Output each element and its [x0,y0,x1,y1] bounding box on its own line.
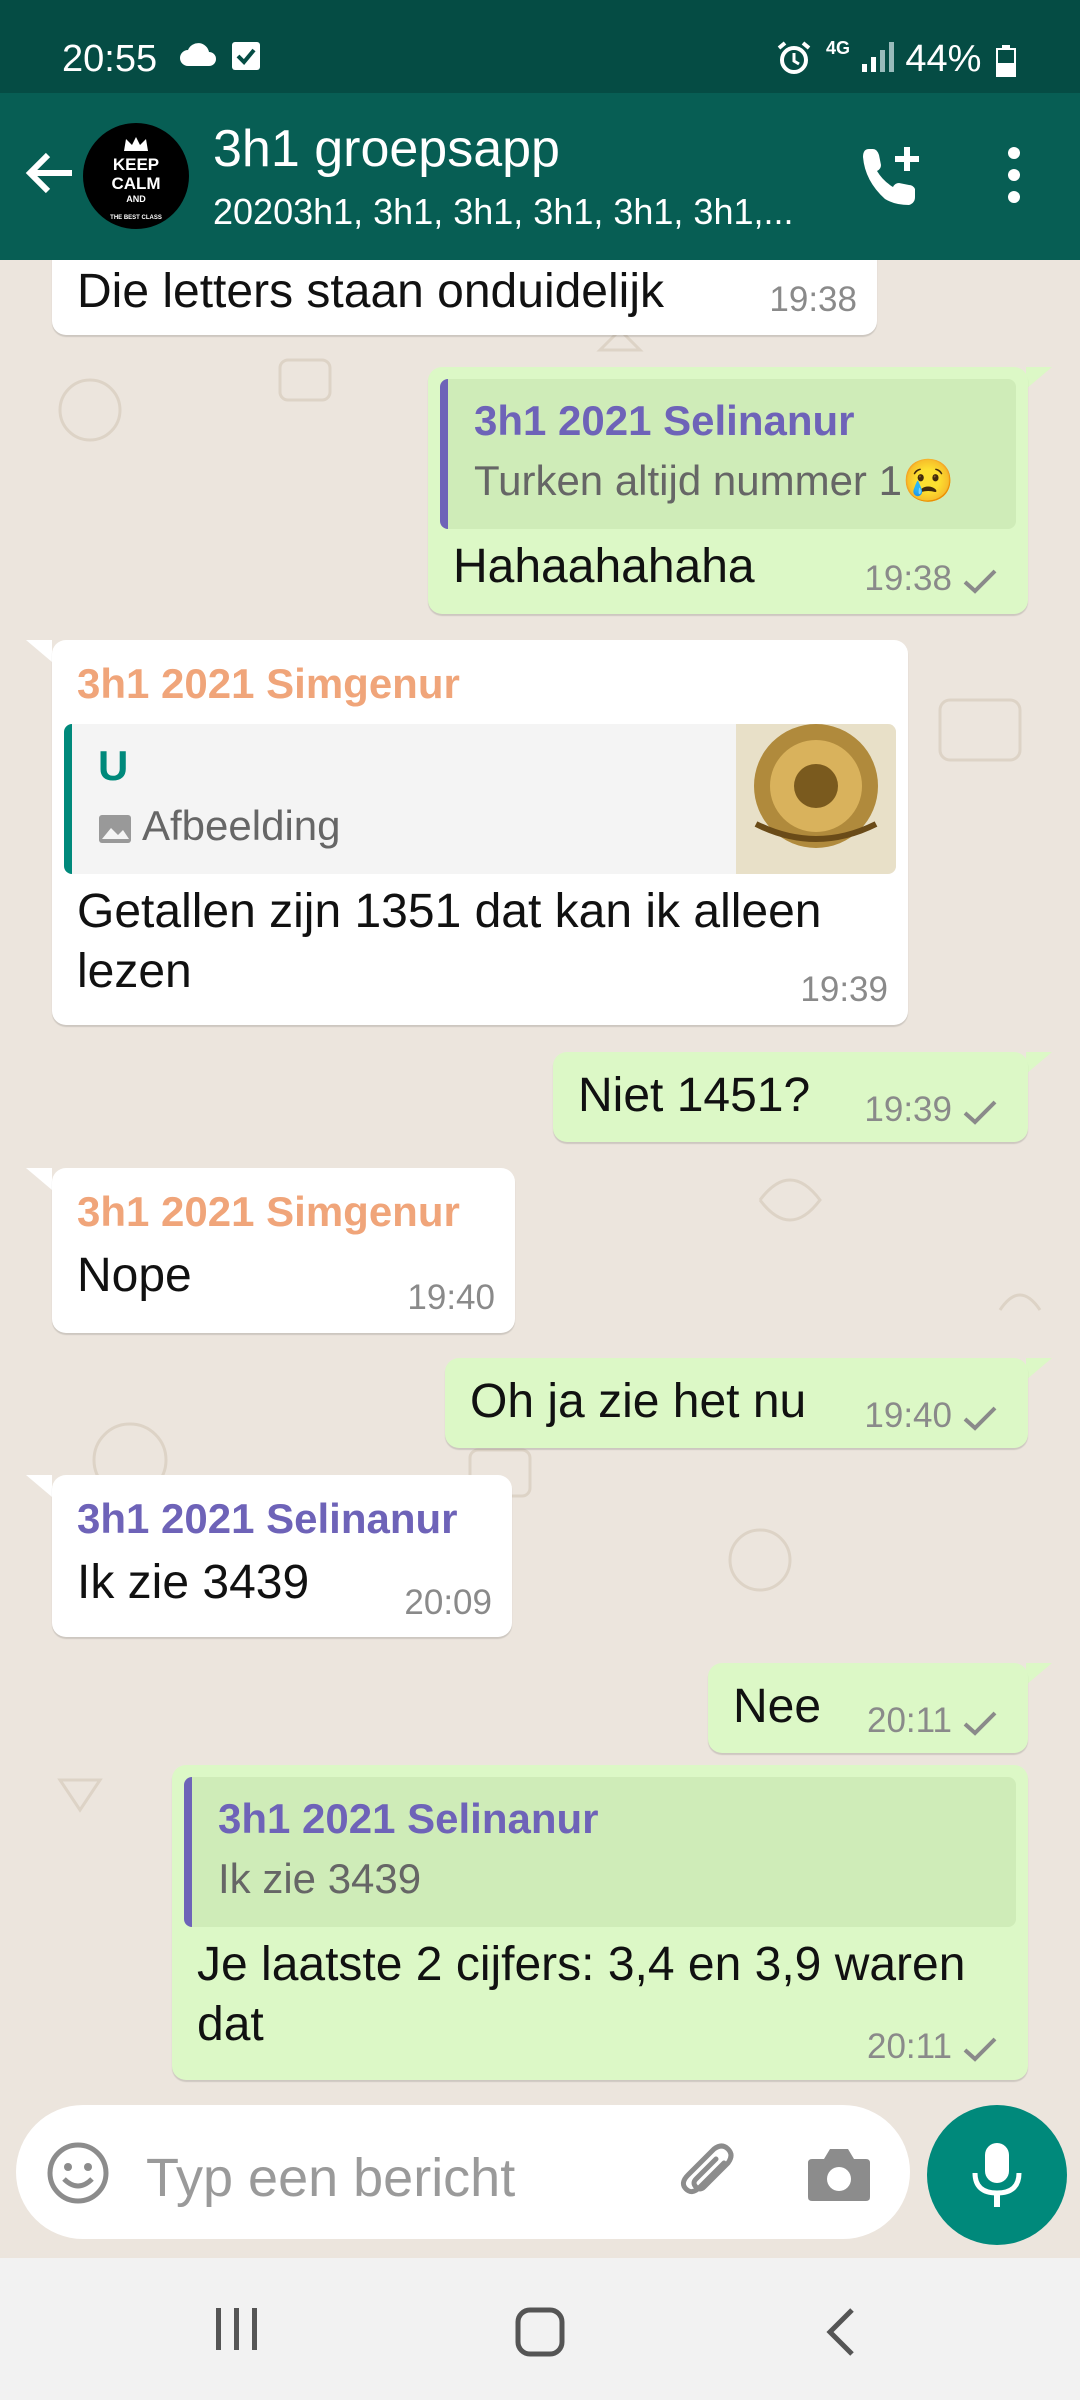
bubble-tail [26,640,52,662]
back-arrow-icon[interactable] [22,145,78,201]
quoted-author: 3h1 2021 Selinanur [474,397,855,444]
message-outgoing[interactable]: 3h1 2021 Selinanur Ik zie 3439 Je laatst… [172,1765,1028,2080]
bubble-tail [1026,1358,1052,1380]
group-participants[interactable]: 20203h1, 3h1, 3h1, 3h1, 3h1, 3h1,... [213,191,794,233]
more-vert-icon[interactable] [1002,145,1026,205]
message-time: 19:39 [800,970,888,1009]
quoted-text: Afbeelding [98,802,341,850]
battery-icon [996,44,1016,77]
bubble-tail [26,1168,52,1190]
chat-area[interactable]: Die letters staan onduidelijk 19:38 3h1 … [0,260,1080,2090]
crown-icon [124,137,148,151]
quoted-author: U [98,742,129,789]
message-outgoing[interactable]: Nee 20:11 [708,1663,1028,1753]
emoji-icon[interactable] [46,2141,110,2205]
mic-icon [972,2143,1022,2207]
crying-emoji-icon: 😢 [901,457,955,504]
message-time: 20:11 [867,1701,998,1741]
quoted-author: 3h1 2021 Selinanur [218,1795,599,1842]
message-outgoing[interactable]: Oh ja zie het nu 19:40 [445,1358,1028,1448]
cloud-icon [180,43,216,66]
status-time: 20:55 [62,38,158,80]
message-incoming[interactable]: 3h1 2021 Simgenur Nope 19:40 [52,1168,515,1333]
message-text: Nee [733,1680,822,1733]
quoted-text: Ik zie 3439 [218,1855,422,1902]
battery-percent: 44% [905,38,1016,81]
quoted-text: Turken altijd nummer 1😢 [474,457,955,504]
message-time: 19:40 [864,1396,998,1436]
message-incoming[interactable]: Die letters staan onduidelijk 19:38 [52,260,877,335]
message-composer[interactable]: Typ een bericht [16,2105,910,2239]
home-icon[interactable] [514,2306,566,2358]
chat-header: KEEP CALM AND THE BEST CLASS 3h1 groepsa… [0,93,1080,260]
system-nav-bar [0,2258,1080,2400]
network-label: 4G [826,38,851,58]
attach-icon[interactable] [676,2141,742,2207]
add-call-icon[interactable] [855,141,925,211]
message-text: Je laatste 2 cijfers: 3,4 en 3,9 waren d… [197,1938,966,2051]
signal-icon [862,42,894,72]
message-text: Nope [77,1249,192,1302]
alarm-icon [777,41,811,74]
message-sender: 3h1 2021 Selinanur [77,1495,458,1542]
check-icon [963,569,997,594]
quoted-message[interactable]: 3h1 2021 Selinanur Turken altijd nummer … [440,379,1016,529]
check-icon [963,1100,997,1125]
group-avatar[interactable]: KEEP CALM AND THE BEST CLASS [83,123,189,229]
message-input[interactable]: Typ een bericht [146,2147,515,2209]
message-incoming[interactable]: 3h1 2021 Simgenur U Afbeelding Getallen … [52,640,908,1025]
message-time: 19:40 [407,1278,495,1317]
message-text: Oh ja zie het nu [470,1375,807,1428]
check-icon [963,1711,997,1736]
bubble-tail [1026,1663,1052,1685]
image-icon [99,814,131,843]
quoted-message[interactable]: 3h1 2021 Selinanur Ik zie 3439 [184,1777,1016,1927]
message-time: 19:38 [864,559,998,599]
quoted-image-thumbnail [736,724,896,874]
message-outgoing[interactable]: 3h1 2021 Selinanur Turken altijd nummer … [428,367,1028,614]
message-time: 19:39 [864,1090,998,1130]
back-nav-icon[interactable] [824,2306,858,2358]
message-text: Ik zie 3439 [77,1556,310,1609]
voice-message-button[interactable] [927,2105,1067,2245]
camera-icon[interactable] [806,2143,872,2203]
recent-apps-icon[interactable] [212,2306,262,2352]
message-text: Die letters staan onduidelijk [77,265,664,318]
bubble-tail [1026,367,1052,389]
message-incoming[interactable]: 3h1 2021 Selinanur Ik zie 3439 20:09 [52,1475,512,1637]
message-text: Niet 1451? [578,1069,811,1122]
bubble-tail [1026,1052,1052,1074]
status-bar: 20:55 4G 44% [0,0,1080,93]
message-time: 19:38 [769,280,857,319]
message-sender: 3h1 2021 Simgenur [77,1188,460,1235]
message-time: 20:11 [867,2027,998,2067]
check-icon [963,2037,997,2062]
message-text: Hahaahahaha [453,540,755,593]
check-icon [963,1406,997,1431]
message-time: 20:09 [404,1583,492,1622]
quoted-message[interactable]: U Afbeelding [64,724,896,874]
checkbox-icon [232,42,260,70]
message-sender: 3h1 2021 Simgenur [77,660,460,707]
group-title[interactable]: 3h1 groepsapp [213,119,560,179]
message-text: Getallen zijn 1351 dat kan ik alleen lez… [77,885,822,998]
message-outgoing[interactable]: Niet 1451? 19:39 [553,1052,1028,1142]
bubble-tail [26,1475,52,1497]
